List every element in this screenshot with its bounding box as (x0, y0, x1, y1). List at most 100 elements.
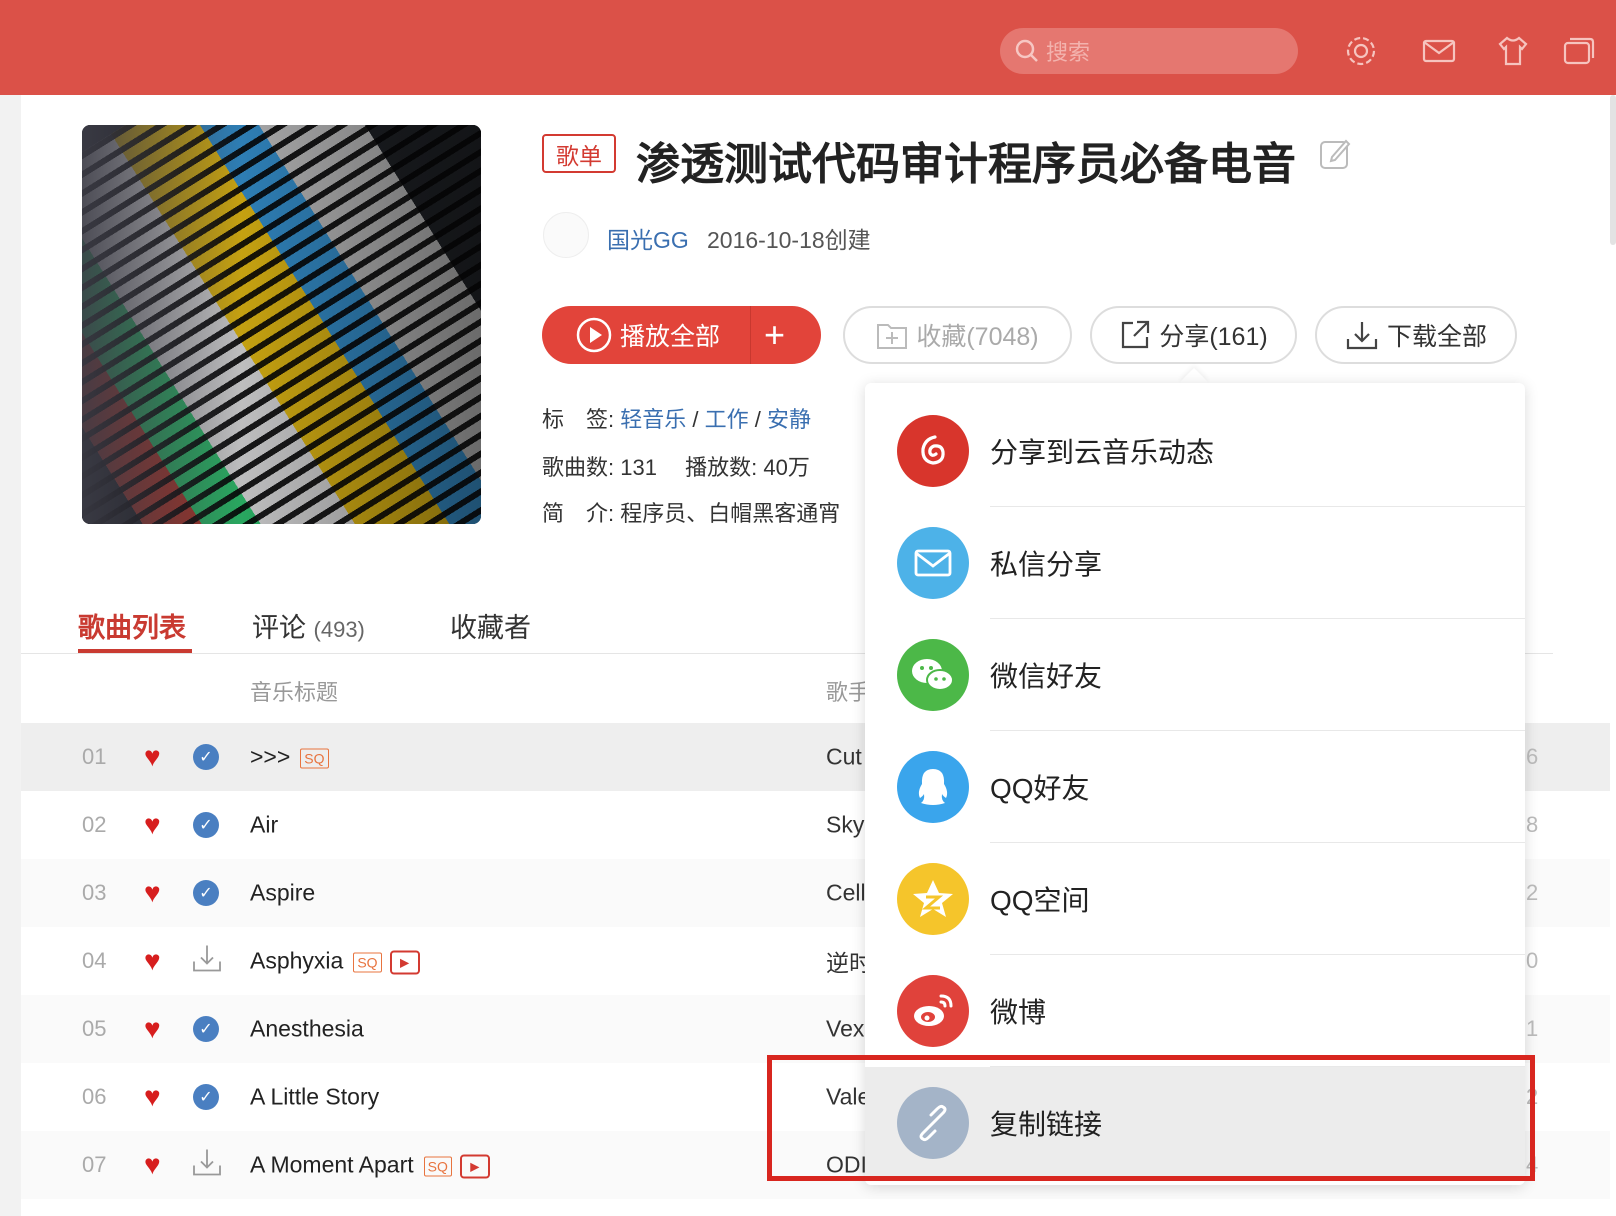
download-icon (1346, 322, 1378, 350)
song-title-cell[interactable]: Asphyxia SQ ▶ (250, 948, 420, 975)
song-count: 131 (620, 455, 657, 480)
tag-separator: / (692, 407, 699, 432)
song-title: Anesthesia (250, 1015, 364, 1042)
download-all-button[interactable]: 下载全部 (1315, 306, 1517, 364)
page-title: 渗透测试代码审计程序员必备电音 (636, 140, 1296, 189)
share-icon (1122, 320, 1150, 349)
share-button[interactable]: 分享(161) (1090, 306, 1297, 364)
top-bar: 搜索 (0, 0, 1616, 95)
share-menu-item[interactable]: QQ空间 (865, 843, 1525, 955)
song-title-cell[interactable]: Anesthesia (250, 1016, 364, 1043)
track-number: 05 (82, 1016, 107, 1041)
add-to-queue-button[interactable]: + (764, 314, 785, 356)
album-fragment: 2 (1526, 880, 1539, 905)
column-header-title[interactable]: 音乐标题 (250, 675, 338, 707)
song-title: Air (250, 811, 279, 838)
liked-heart-icon[interactable]: ♥ (144, 809, 161, 841)
share-label: 分享(161) (1159, 323, 1268, 351)
song-title: A Little Story (250, 1083, 380, 1110)
track-number: 02 (82, 812, 107, 837)
avatar[interactable] (543, 212, 589, 258)
play-all-label: 播放全部 (620, 323, 721, 351)
liked-heart-icon[interactable]: ♥ (144, 1149, 161, 1181)
edit-icon[interactable] (1318, 137, 1352, 171)
mv-play-icon[interactable]: ▶ (459, 1154, 490, 1179)
playlist-cover-image (82, 125, 481, 524)
play-count-label: 播放数: (685, 455, 758, 480)
qzone-icon (897, 863, 969, 935)
track-number: 07 (82, 1152, 107, 1177)
playlist-badge: 歌单 (542, 134, 616, 173)
track-number: 01 (82, 744, 107, 769)
downloaded-check-icon: ✓ (193, 1084, 219, 1110)
share-menu-item-label: 微博 (990, 997, 1047, 1028)
mv-play-icon[interactable]: ▶ (389, 950, 420, 975)
intro-label: 简 介: (542, 501, 615, 526)
song-title-cell[interactable]: Aspire (250, 880, 315, 907)
play-icon (576, 317, 612, 353)
collect-label: 收藏(7048) (916, 323, 1039, 351)
tab-comments[interactable]: 评论 (493) (252, 606, 365, 645)
album-fragment: 0 (1526, 948, 1539, 973)
netease-cloud-music-icon (897, 415, 969, 487)
comment-count: (493) (313, 617, 365, 642)
tab-collectors[interactable]: 收藏者 (450, 606, 531, 645)
liked-heart-icon[interactable]: ♥ (144, 945, 161, 977)
collect-button[interactable]: 收藏(7048) (843, 306, 1072, 364)
column-header-artist[interactable]: 歌手 (826, 675, 870, 707)
share-menu-item-label: 分享到云音乐动态 (990, 437, 1215, 468)
song-title-cell[interactable]: Air (250, 812, 278, 839)
play-count: 40万 (763, 455, 810, 480)
intro-row: 简 介: 程序员、白帽黑客通宵 (542, 496, 840, 528)
artist-link[interactable]: Cut (826, 744, 862, 771)
artist-link[interactable]: Vex (826, 1016, 864, 1043)
song-title-cell[interactable]: A Little Story (250, 1084, 379, 1111)
qq-icon (897, 751, 969, 823)
album-fragment: 8 (1526, 812, 1539, 837)
song-count-label: 歌曲数: (542, 455, 615, 480)
scrollbar[interactable] (1610, 95, 1616, 245)
stats-row: 歌曲数: 131 播放数: 40万 (542, 450, 810, 482)
track-number: 06 (82, 1084, 107, 1109)
song-title: A Moment Apart (250, 1151, 414, 1178)
weibo-icon (897, 975, 969, 1047)
share-menu-item[interactable]: QQ好友 (865, 731, 1525, 843)
search-placeholder: 搜索 (1046, 40, 1091, 65)
share-menu-item[interactable]: 微信好友 (865, 619, 1525, 731)
wechat-icon (897, 639, 969, 711)
mail-icon[interactable] (1422, 34, 1456, 68)
artist-link[interactable]: Cell (826, 880, 866, 907)
tag-link[interactable]: 工作 (705, 407, 749, 432)
created-date: 2016-10-18创建 (707, 227, 871, 253)
track-number: 03 (82, 880, 107, 905)
search-input[interactable]: 搜索 (1000, 28, 1298, 74)
settings-icon[interactable] (1344, 34, 1378, 68)
album-fragment: 1 (1526, 1016, 1539, 1041)
play-all-button[interactable]: 播放全部 + (542, 306, 821, 364)
share-menu-item-label: 微信好友 (990, 661, 1103, 692)
intro-text: 程序员、白帽黑客通宵 (620, 501, 841, 526)
tag-link[interactable]: 轻音乐 (620, 407, 686, 432)
liked-heart-icon[interactable]: ♥ (144, 741, 161, 773)
share-menu-item[interactable]: 分享到云音乐动态 (865, 395, 1525, 507)
liked-heart-icon[interactable]: ♥ (144, 1081, 161, 1113)
sq-badge: SQ (353, 952, 382, 973)
artist-link[interactable]: Sky (826, 812, 864, 839)
skin-icon[interactable] (1496, 34, 1530, 68)
download-icon[interactable] (191, 1148, 223, 1183)
creator-link[interactable]: 国光GG (607, 221, 689, 255)
song-title-cell[interactable]: >>> SQ (250, 744, 329, 771)
sidebar-edge (0, 95, 21, 1216)
folder-add-icon (877, 324, 908, 349)
liked-heart-icon[interactable]: ♥ (144, 877, 161, 909)
download-icon[interactable] (191, 944, 223, 979)
share-menu-item[interactable]: 私信分享 (865, 507, 1525, 619)
song-title-cell[interactable]: A Moment Apart SQ ▶ (250, 1152, 490, 1179)
mini-mode-icon[interactable] (1562, 34, 1596, 68)
song-title: >>> (250, 743, 291, 770)
tag-link[interactable]: 安静 (767, 407, 811, 432)
tab-song-list[interactable]: 歌曲列表 (78, 606, 186, 645)
highlight-box (767, 1055, 1535, 1181)
share-menu-item[interactable]: 微博 (865, 955, 1525, 1067)
liked-heart-icon[interactable]: ♥ (144, 1013, 161, 1045)
